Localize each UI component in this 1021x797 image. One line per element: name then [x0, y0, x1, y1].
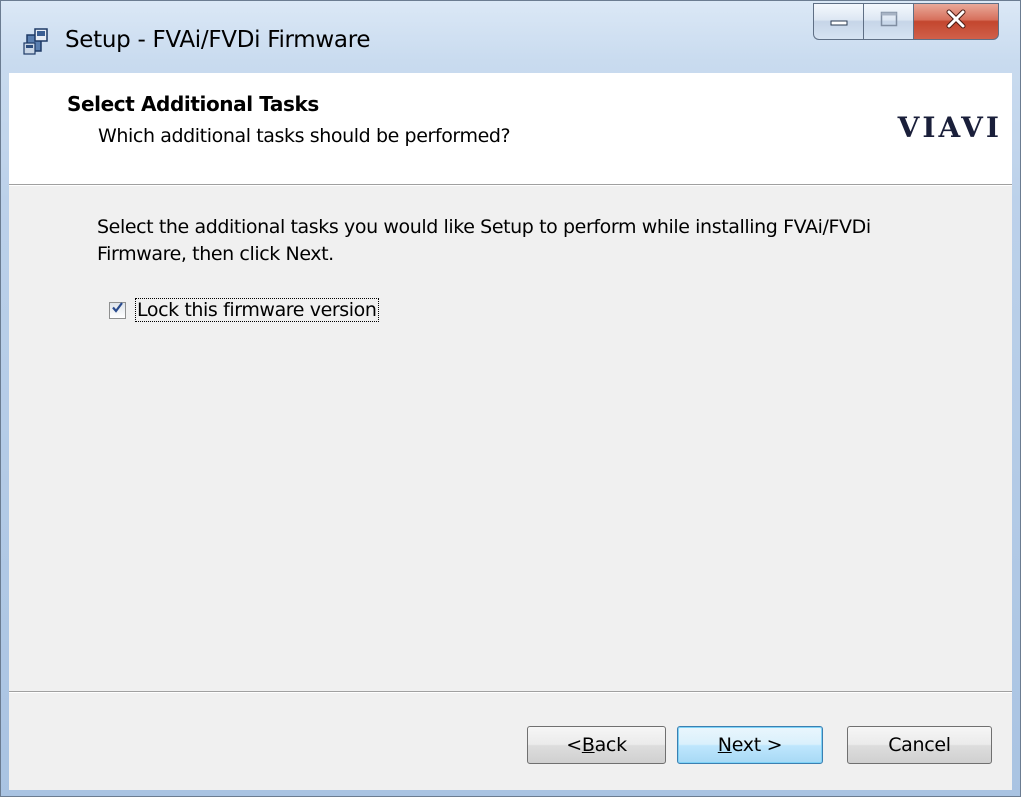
next-button-rest: ext >: [731, 734, 783, 756]
wizard-body: Select the additional tasks you would li…: [9, 185, 1012, 691]
task-description: Select the additional tasks you would li…: [97, 216, 871, 265]
next-button-accel: N: [717, 734, 732, 756]
page-subtitle: Which additional tasks should be perform…: [98, 125, 511, 147]
close-button[interactable]: [913, 3, 999, 40]
lock-firmware-label[interactable]: Lock this firmware version: [135, 298, 379, 322]
task-item-lock-firmware[interactable]: Lock this firmware version: [109, 297, 379, 323]
minimize-button[interactable]: [813, 3, 863, 40]
lock-firmware-checkbox[interactable]: [109, 301, 126, 319]
setup-window: Setup - FVAi/FVDi Firmware Select Additi…: [0, 0, 1021, 797]
back-button-accel: B: [581, 734, 595, 756]
footer-divider: [9, 692, 1012, 693]
cancel-button[interactable]: Cancel: [847, 726, 992, 764]
setup-installer-icon: [23, 27, 57, 55]
back-button[interactable]: < Back: [527, 726, 666, 764]
maximize-icon: [880, 11, 898, 32]
next-button[interactable]: Next >: [677, 726, 823, 764]
wizard-footer: < Back Next > Cancel: [9, 691, 1012, 790]
wizard-header: Select Additional Tasks Which additional…: [9, 73, 1012, 185]
page-title: Select Additional Tasks: [67, 92, 319, 116]
viavi-logo: VIAVI: [897, 111, 1002, 144]
close-icon: [945, 9, 967, 34]
window-title: Setup - FVAi/FVDi Firmware: [65, 27, 371, 53]
maximize-button[interactable]: [863, 3, 913, 40]
checkmark-icon: [111, 301, 124, 319]
minimize-icon: [830, 13, 848, 31]
back-button-prefix: <: [566, 734, 582, 756]
back-button-rest: ack: [594, 734, 628, 756]
caption-buttons: [813, 3, 999, 40]
title-bar[interactable]: Setup - FVAi/FVDi Firmware: [1, 1, 1020, 73]
